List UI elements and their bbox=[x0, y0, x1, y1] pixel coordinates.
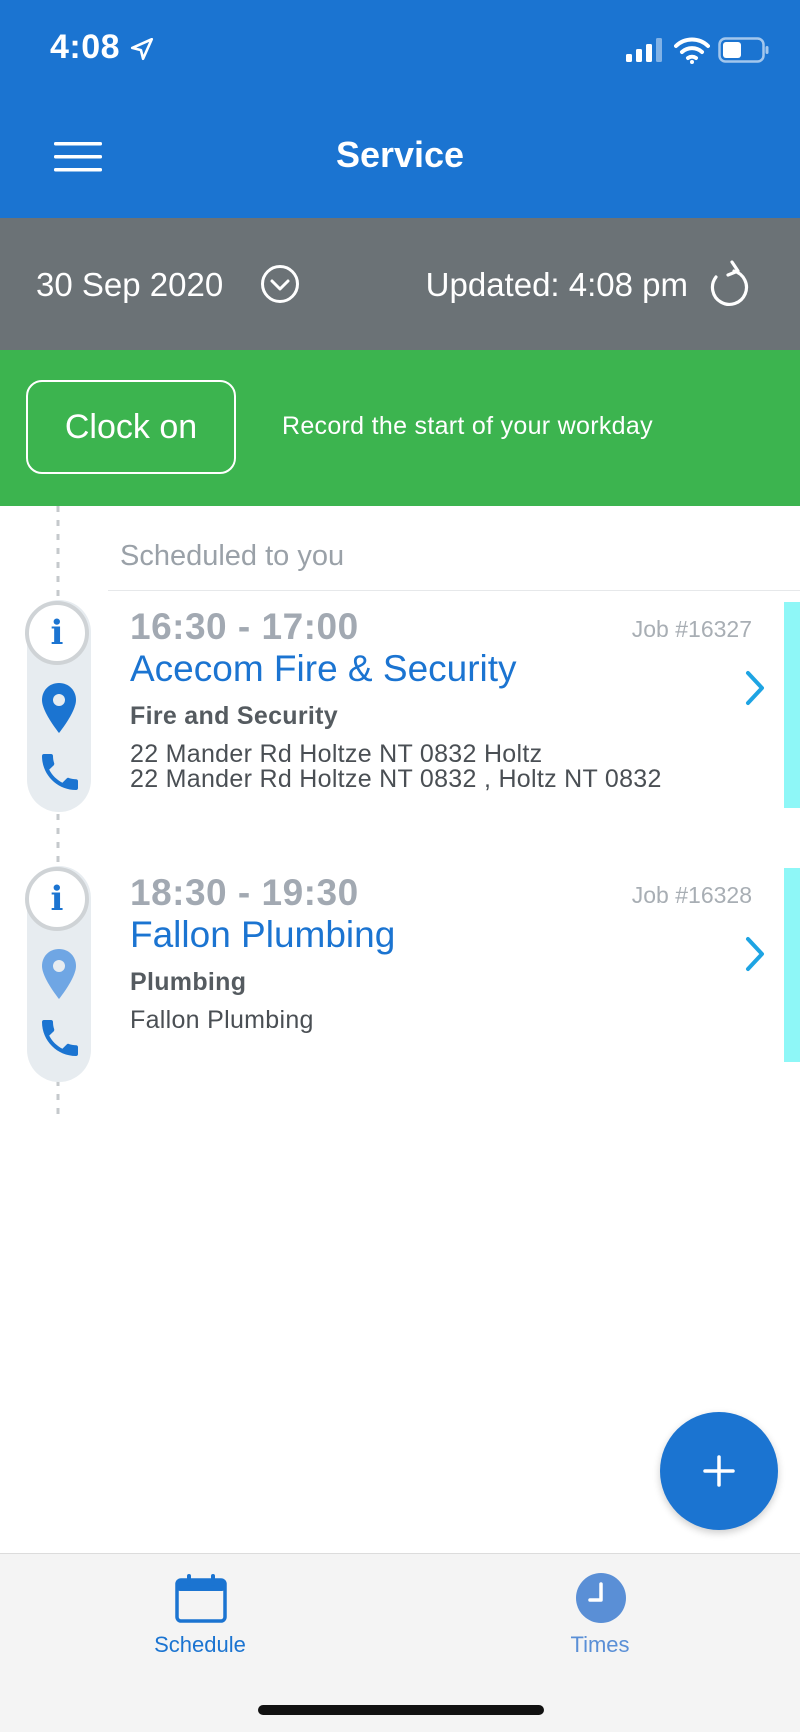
clock-description: Record the start of your workday bbox=[282, 412, 653, 440]
job-number: Job #16328 bbox=[631, 882, 752, 908]
plus-icon bbox=[703, 1455, 735, 1487]
job-client[interactable]: Fallon Plumbing bbox=[130, 914, 395, 956]
refresh-icon[interactable] bbox=[706, 259, 752, 307]
job-type: Fire and Security bbox=[130, 702, 338, 730]
battery-icon bbox=[718, 37, 769, 63]
updated-label: Updated: 4:08 pm bbox=[425, 266, 688, 303]
calendar-icon bbox=[175, 1574, 227, 1623]
status-bar: 4:08 bbox=[0, 0, 800, 100]
job-card[interactable]: i 16:30 - 17:00 Job #16327 Acecom Fire &… bbox=[0, 600, 800, 812]
chevron-down-circle-icon[interactable] bbox=[260, 264, 300, 304]
date-bar: 30 Sep 2020 Updated: 4:08 pm bbox=[0, 218, 800, 350]
date-selector[interactable]: 30 Sep 2020 bbox=[36, 266, 223, 304]
clock-on-button[interactable]: Clock on bbox=[26, 380, 236, 474]
location-arrow-icon bbox=[130, 37, 154, 61]
job-number: Job #16327 bbox=[631, 616, 752, 642]
job-card[interactable]: i 18:30 - 19:30 Job #16328 Fallon Plumbi… bbox=[0, 866, 800, 1082]
wifi-icon bbox=[674, 37, 710, 64]
job-status-stripe bbox=[784, 868, 800, 1062]
map-pin-icon[interactable] bbox=[40, 682, 78, 734]
chevron-right-icon[interactable] bbox=[740, 934, 770, 974]
phone-icon[interactable] bbox=[36, 1014, 84, 1062]
map-pin-icon[interactable] bbox=[40, 948, 78, 1000]
app-header: 4:08 Service bbox=[0, 0, 800, 218]
job-status-stripe bbox=[784, 602, 800, 808]
tab-schedule-label: Schedule bbox=[154, 1632, 246, 1657]
info-icon[interactable]: i bbox=[25, 867, 89, 931]
tab-schedule[interactable]: Schedule bbox=[100, 1554, 300, 1664]
job-type: Plumbing bbox=[130, 968, 247, 996]
clock-bar: Clock on Record the start of your workda… bbox=[0, 350, 800, 506]
tab-times[interactable]: Times bbox=[500, 1554, 700, 1664]
add-job-button[interactable] bbox=[660, 1412, 778, 1530]
job-actions: i bbox=[25, 600, 91, 812]
phone-icon[interactable] bbox=[36, 748, 84, 796]
job-client[interactable]: Acecom Fire & Security bbox=[130, 648, 517, 690]
job-address: Fallon Plumbing bbox=[130, 1006, 314, 1034]
home-indicator bbox=[258, 1705, 544, 1715]
info-icon[interactable]: i bbox=[25, 601, 89, 665]
divider bbox=[108, 590, 800, 591]
tab-times-label: Times bbox=[570, 1632, 630, 1657]
job-time: 16:30 - 17:00 bbox=[130, 606, 359, 647]
clock-icon bbox=[576, 1573, 626, 1623]
job-address-secondary: 22 Mander Rd Holtze NT 0832 , Holtz NT 0… bbox=[130, 765, 662, 793]
job-time: 18:30 - 19:30 bbox=[130, 872, 359, 913]
status-time: 4:08 bbox=[50, 28, 121, 66]
cellular-signal-icon bbox=[626, 38, 662, 62]
section-title: Scheduled to you bbox=[120, 540, 345, 572]
chevron-right-icon[interactable] bbox=[740, 668, 770, 708]
page-title: Service bbox=[335, 134, 465, 175]
job-actions: i bbox=[25, 866, 91, 1082]
